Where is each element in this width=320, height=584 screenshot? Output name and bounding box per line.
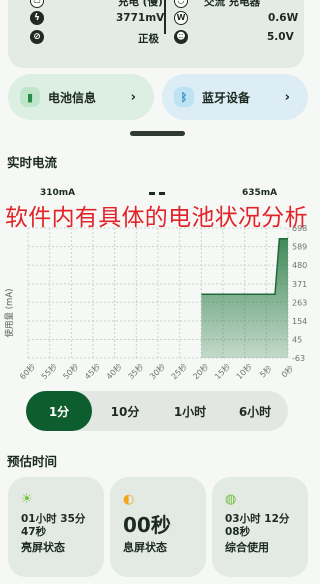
estimate-time: 03小时 12分 08秒	[225, 513, 290, 538]
battery-info-label: 电池信息	[48, 90, 97, 105]
time-range-selector: 1分 10分 1小时 6小时	[26, 391, 288, 431]
watt-icon: W	[174, 11, 188, 25]
x-tick-label: 40秒	[104, 361, 124, 381]
x-tick-label: 30秒	[147, 361, 167, 381]
x-tick-label: 20秒	[191, 361, 211, 381]
estimate-label: 亮屏状态	[21, 541, 65, 554]
current-chart: 69858948037126315445-6360秒 55秒 50秒 45秒 40秒 35…	[4, 224, 307, 381]
x-tick-label: 60秒	[17, 361, 37, 381]
estimate-time: 00秒	[123, 513, 171, 537]
polarity-icon: ⊘	[30, 30, 44, 44]
y-tick-label: 480	[292, 261, 307, 270]
x-tick-label: 10秒	[234, 361, 254, 381]
chevron-right-icon: ›	[284, 89, 290, 105]
current-min-label: 635mA	[242, 188, 278, 198]
overlay-caption: 软件内有具体的电池状况分析	[5, 205, 308, 231]
x-tick-label: 5秒	[257, 363, 273, 379]
charge-icon: ▭	[30, 0, 44, 8]
y-axis-label: 使用量 (mA)	[4, 289, 15, 338]
row-voltage: ϟ	[30, 11, 44, 25]
realtime-title: 实时电流	[7, 155, 58, 170]
x-tick-label: 35秒	[126, 361, 146, 381]
x-tick-label: 25秒	[169, 361, 189, 381]
range-10min[interactable]: 10分	[98, 391, 152, 431]
chevron-right-icon: ›	[130, 89, 136, 105]
moon-icon: ◐	[123, 492, 135, 507]
battery-voltage: 3771mV	[116, 12, 165, 24]
divider	[164, 0, 166, 34]
power-value: 0.6W	[268, 12, 299, 24]
mixed-icon: ◍	[225, 492, 237, 507]
bluetooth-label: 蓝牙设备	[202, 90, 251, 105]
ac-icon: ◡	[174, 0, 188, 8]
row-charge-status: ▭ 充电 (慢)	[30, 0, 163, 8]
estimate-card-screen-off: ◐ 00秒 息屏状态	[110, 477, 206, 577]
sun-icon: ☀	[21, 492, 33, 507]
current-max-label: 310mA	[40, 188, 76, 198]
y-tick-label: 154	[292, 317, 307, 326]
battery-info-button[interactable]: ▮ 电池信息 ›	[8, 74, 154, 120]
row-polarity: ⊘	[30, 30, 44, 44]
polarity-value: 正极	[138, 33, 159, 45]
range-1min[interactable]: 1分	[26, 391, 92, 431]
x-tick-label: 0秒	[279, 363, 295, 379]
y-tick-label: 371	[292, 280, 307, 289]
bluetooth-icon: ᛒ	[174, 87, 194, 107]
x-tick-label: 45秒	[82, 361, 102, 381]
estimate-card-screen-on: ☀ 01小时 35分 47秒 亮屏状态	[8, 477, 104, 577]
y-tick-label: -63	[292, 354, 305, 363]
estimate-label: 综合使用	[225, 541, 269, 554]
estimate-label: 息屏状态	[123, 541, 167, 554]
range-6hour[interactable]: 6小时	[226, 391, 284, 431]
bluetooth-button[interactable]: ᛒ 蓝牙设备 ›	[162, 74, 308, 120]
drag-handle[interactable]	[130, 131, 185, 136]
y-tick-label: 45	[292, 336, 302, 345]
x-tick-label: 50秒	[61, 361, 81, 381]
x-tick-label: 55秒	[39, 361, 59, 381]
x-tick-label: 15秒	[212, 361, 232, 381]
charger-type: 交流 充电器	[204, 0, 261, 8]
y-tick-label: 589	[292, 243, 307, 252]
range-1hour[interactable]: 1小时	[162, 391, 218, 431]
estimate-title: 预估时间	[7, 454, 58, 469]
bolt-icon: ϟ	[30, 11, 44, 25]
plug-icon: ☻	[174, 30, 188, 44]
estimate-time: 01小时 35分 47秒	[21, 513, 86, 538]
battery-icon: ▮	[20, 87, 40, 107]
usb-voltage: 5.0V	[267, 31, 294, 43]
estimate-card-mixed: ◍ 03小时 12分 08秒 综合使用	[212, 477, 308, 577]
y-tick-label: 263	[292, 298, 307, 307]
status-card: ▭ 充电 (慢) 交流 充电器 ϟ 3771mV ⊘ 正极 ◡ W ☻ 0.6W…	[8, 0, 304, 68]
